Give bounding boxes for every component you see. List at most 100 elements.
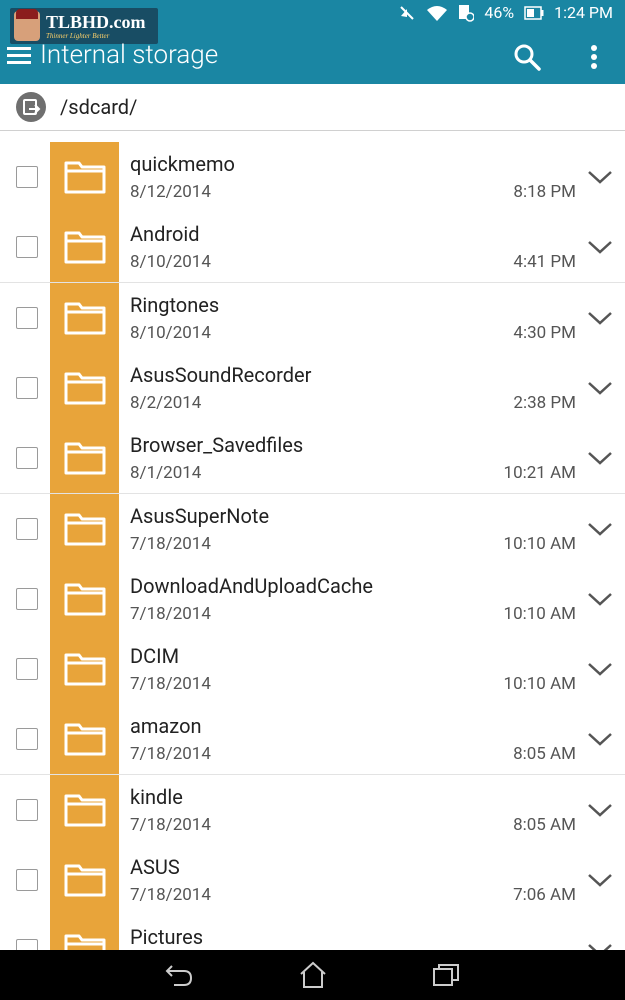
file-date: 8/12/2014: [130, 182, 211, 202]
select-checkbox[interactable]: [16, 869, 38, 891]
folder-icon: [64, 302, 106, 335]
file-name: Browser_Savedfiles: [130, 433, 304, 458]
select-checkbox[interactable]: [16, 658, 38, 681]
folder-icon: [64, 442, 106, 475]
chevron-down-icon[interactable]: [587, 310, 613, 326]
file-time: 8:05 AM: [513, 744, 576, 765]
file-row[interactable]: Pictures: [0, 915, 625, 950]
file-time: 10:10 AM: [503, 533, 576, 554]
folder-thumb: [50, 563, 119, 634]
page-title: Internal storage: [40, 40, 219, 70]
mascot-icon: [14, 9, 40, 41]
select-checkbox[interactable]: [16, 939, 38, 950]
clock: 1:24 PM: [554, 3, 613, 22]
file-row[interactable]: AsusSoundRecorder 8/2/2014 2:38 PM: [0, 352, 625, 424]
folder-thumb: [50, 142, 119, 212]
chevron-down-icon[interactable]: [587, 521, 613, 537]
chevron-down-icon[interactable]: [587, 591, 613, 607]
file-time: 4:30 PM: [513, 322, 576, 343]
app-bar: 46% 1:24 PM TLBHD.com Thinner Lighter Be…: [0, 0, 625, 84]
file-date: 8/10/2014: [130, 322, 211, 343]
status-icons: 46% 1:24 PM: [398, 3, 613, 22]
select-checkbox[interactable]: [16, 447, 38, 470]
folder-thumb: [50, 282, 119, 353]
select-checkbox[interactable]: [16, 587, 38, 610]
file-row[interactable]: Ringtones 8/10/2014 4:30 PM: [0, 282, 625, 354]
folder-thumb: [50, 493, 119, 564]
current-path[interactable]: /sdcard/: [60, 95, 137, 119]
nav-bar: [0, 950, 625, 1000]
file-name: DCIM: [130, 644, 180, 669]
file-name: DownloadAndUploadCache: [130, 573, 374, 598]
back-icon[interactable]: [164, 962, 194, 988]
file-row[interactable]: amazon 7/18/2014 8:05 AM: [0, 704, 625, 776]
file-name: amazon: [130, 714, 202, 739]
folder-thumb: [50, 915, 119, 950]
wifi-icon: [427, 5, 448, 21]
chevron-down-icon[interactable]: [587, 169, 613, 185]
file-row[interactable]: DCIM 7/18/2014 10:10 AM: [0, 634, 625, 706]
file-name: AsusSoundRecorder: [130, 362, 312, 387]
file-row[interactable]: kindle 7/18/2014 8:05 AM: [0, 774, 625, 846]
storage-blocked-icon: [459, 4, 475, 22]
file-row[interactable]: Android 8/10/2014 4:41 PM: [0, 212, 625, 284]
hamburger-menu-icon[interactable]: [7, 44, 31, 66]
select-checkbox[interactable]: [16, 798, 38, 821]
file-date: 8/1/2014: [130, 463, 202, 484]
chevron-down-icon[interactable]: [587, 239, 613, 255]
file-date: 8/2/2014: [130, 392, 202, 413]
folder-thumb: [50, 704, 119, 775]
file-row[interactable]: quickmemo 8/12/2014 8:18 PM: [0, 142, 625, 213]
file-time: 8:18 PM: [513, 182, 576, 202]
file-date: 7/18/2014: [130, 533, 211, 554]
watermark-logo: TLBHD.com Thinner Lighter Better: [10, 8, 158, 44]
storage-switch-icon[interactable]: [15, 91, 47, 123]
file-name: quickmemo: [130, 152, 235, 176]
chevron-down-icon[interactable]: [587, 942, 613, 950]
folder-icon: [64, 864, 106, 897]
chevron-down-icon[interactable]: [587, 450, 613, 466]
folder-icon: [64, 723, 106, 756]
recent-apps-icon[interactable]: [431, 962, 461, 988]
folder-icon: [64, 794, 106, 827]
folder-icon: [64, 161, 106, 194]
folder-thumb: [50, 634, 119, 705]
file-time: 8:05 AM: [513, 814, 576, 835]
file-row[interactable]: ASUS 7/18/2014 7:06 AM: [0, 845, 625, 916]
select-checkbox[interactable]: [16, 306, 38, 329]
folder-icon: [64, 513, 106, 545]
chevron-down-icon[interactable]: [587, 661, 613, 677]
chevron-down-icon[interactable]: [587, 802, 613, 818]
file-name: kindle: [130, 784, 183, 809]
folder-thumb: [50, 352, 119, 423]
file-name: Pictures: [130, 925, 204, 950]
folder-thumb: [50, 845, 119, 915]
select-checkbox[interactable]: [16, 236, 38, 259]
file-name: ASUS: [130, 855, 180, 879]
file-date: 7/18/2014: [130, 885, 211, 905]
select-checkbox[interactable]: [16, 517, 38, 540]
file-row[interactable]: AsusSuperNote 7/18/2014 10:10 AM: [0, 493, 625, 565]
select-checkbox[interactable]: [16, 376, 38, 399]
file-time: 10:21 AM: [503, 463, 576, 484]
file-date: 7/18/2014: [130, 674, 211, 695]
chevron-down-icon[interactable]: [587, 731, 613, 747]
file-row[interactable]: DownloadAndUploadCache 7/18/2014 10:10 A…: [0, 563, 625, 635]
select-checkbox[interactable]: [16, 166, 38, 188]
folder-thumb: [50, 423, 119, 494]
folder-thumb: [50, 774, 119, 845]
file-name: Ringtones: [130, 292, 220, 317]
chevron-down-icon[interactable]: [587, 380, 613, 396]
search-icon[interactable]: [512, 42, 542, 72]
file-date: 7/18/2014: [130, 603, 211, 624]
file-name: AsusSuperNote: [130, 503, 270, 528]
file-list[interactable]: quickmemo 8/12/2014 8:18 PM Android 8/10…: [0, 130, 625, 950]
overflow-menu-icon[interactable]: [584, 42, 604, 72]
home-icon[interactable]: [298, 960, 328, 990]
chevron-down-icon[interactable]: [587, 872, 613, 888]
file-row[interactable]: Browser_Savedfiles 8/1/2014 10:21 AM: [0, 423, 625, 495]
file-time: 4:41 PM: [513, 252, 576, 273]
file-date: 7/18/2014: [130, 814, 211, 835]
file-time: 10:10 AM: [503, 674, 576, 695]
select-checkbox[interactable]: [16, 728, 38, 751]
